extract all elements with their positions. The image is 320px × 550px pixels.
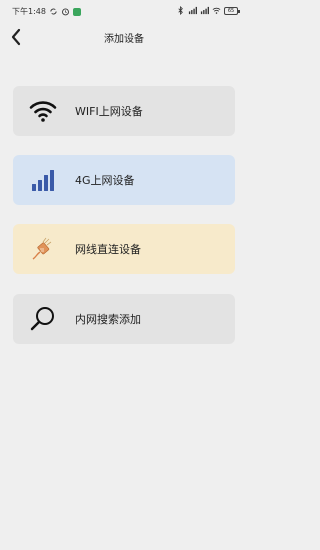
- search-icon: [30, 307, 54, 331]
- battery-indicator: 65: [224, 6, 240, 15]
- status-left: 下午1:48: [12, 6, 81, 17]
- lan-device-label: 网线直连设备: [75, 243, 141, 256]
- header: 添加设备: [0, 24, 248, 50]
- app-notification-icon: [72, 7, 81, 16]
- page-title: 添加设备: [104, 34, 144, 45]
- lan-search-label: 内网搜索添加: [75, 313, 141, 326]
- wifi-icon: [29, 101, 57, 122]
- status-right: 65: [176, 6, 240, 15]
- wifi-status-icon: [212, 7, 221, 14]
- cell-signal-icon: [188, 6, 197, 15]
- alarm-icon: [62, 8, 69, 16]
- signal-bars-icon: [32, 170, 54, 191]
- 4g-device-label: 4G上网设备: [75, 174, 135, 187]
- bluetooth-icon: [178, 6, 183, 15]
- 4g-device-option[interactable]: 4G上网设备: [13, 155, 235, 205]
- wifi-device-label: WIFI上网设备: [75, 105, 143, 118]
- status-bar: 下午1:48 65: [0, 0, 248, 22]
- ethernet-cable-icon: [32, 237, 52, 260]
- sync-icon: [50, 8, 57, 15]
- wifi-device-option[interactable]: WIFI上网设备: [13, 86, 235, 136]
- lan-device-option[interactable]: 网线直连设备: [13, 224, 235, 274]
- status-time: 下午1:48: [12, 7, 46, 16]
- lan-search-option[interactable]: 内网搜索添加: [13, 294, 235, 344]
- cell-signal-2-icon: [200, 6, 209, 15]
